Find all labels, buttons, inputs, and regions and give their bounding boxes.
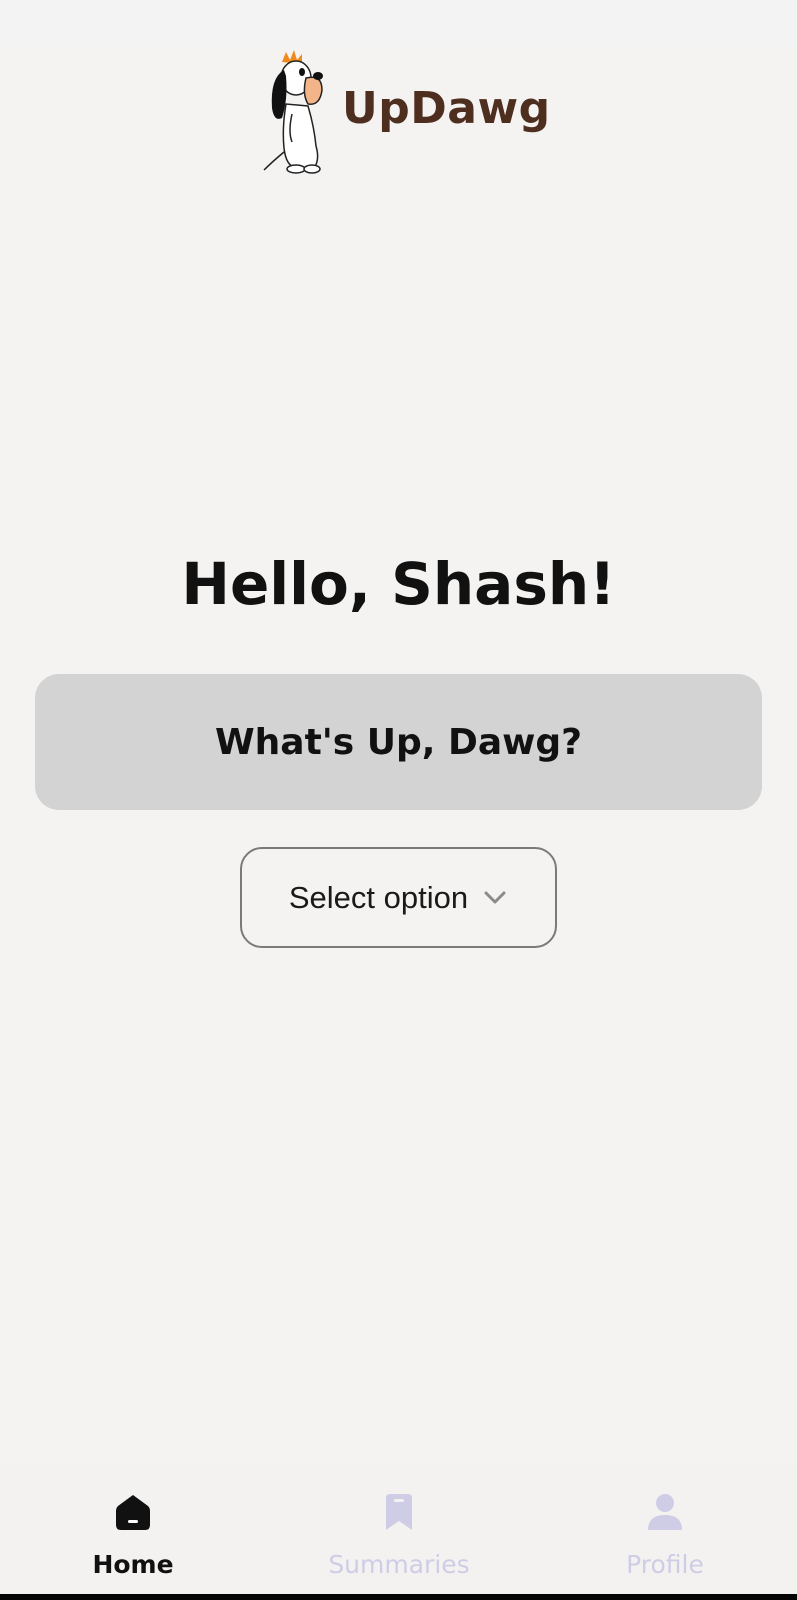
home-icon — [116, 1495, 150, 1530]
nav-label-summaries: Summaries — [328, 1550, 470, 1579]
app-logo: UpDawg — [262, 48, 550, 176]
dog-mascot-icon — [263, 50, 323, 174]
status-bar — [0, 0, 797, 48]
chevron-down-icon — [482, 885, 508, 911]
bottom-navigation: Home Summaries Profile — [0, 1464, 797, 1594]
select-placeholder: Select option — [288, 879, 469, 915]
greeting-heading: Hello, Shash! — [181, 550, 616, 618]
option-select[interactable]: Select option — [240, 847, 557, 948]
system-gesture-bar — [0, 1594, 797, 1600]
app-name: UpDawg — [342, 83, 551, 134]
nav-label-profile: Profile — [626, 1550, 704, 1579]
nav-item-summaries[interactable]: Summaries — [299, 1464, 499, 1594]
whats-up-button[interactable]: What's Up, Dawg? — [35, 674, 762, 810]
nav-item-home[interactable]: Home — [33, 1464, 233, 1594]
nav-label-home: Home — [92, 1550, 174, 1579]
bookmark-icon — [386, 1494, 412, 1530]
nav-item-profile[interactable]: Profile — [565, 1464, 765, 1594]
person-icon — [648, 1494, 682, 1530]
